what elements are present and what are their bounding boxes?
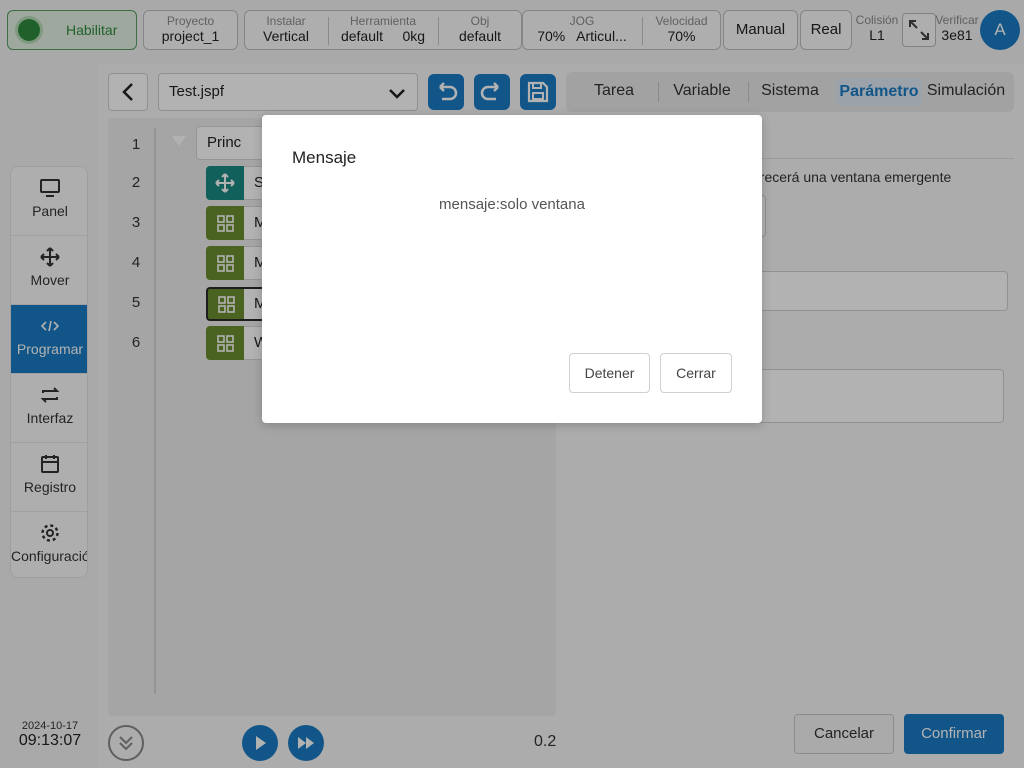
dialog-message: mensaje:solo ventana: [439, 196, 585, 213]
close-button[interactable]: Cerrar: [660, 353, 732, 393]
message-dialog: Mensaje mensaje:solo ventana Detener Cer…: [262, 115, 762, 423]
dialog-title: Mensaje: [292, 148, 357, 167]
stop-button[interactable]: Detener: [569, 353, 650, 393]
